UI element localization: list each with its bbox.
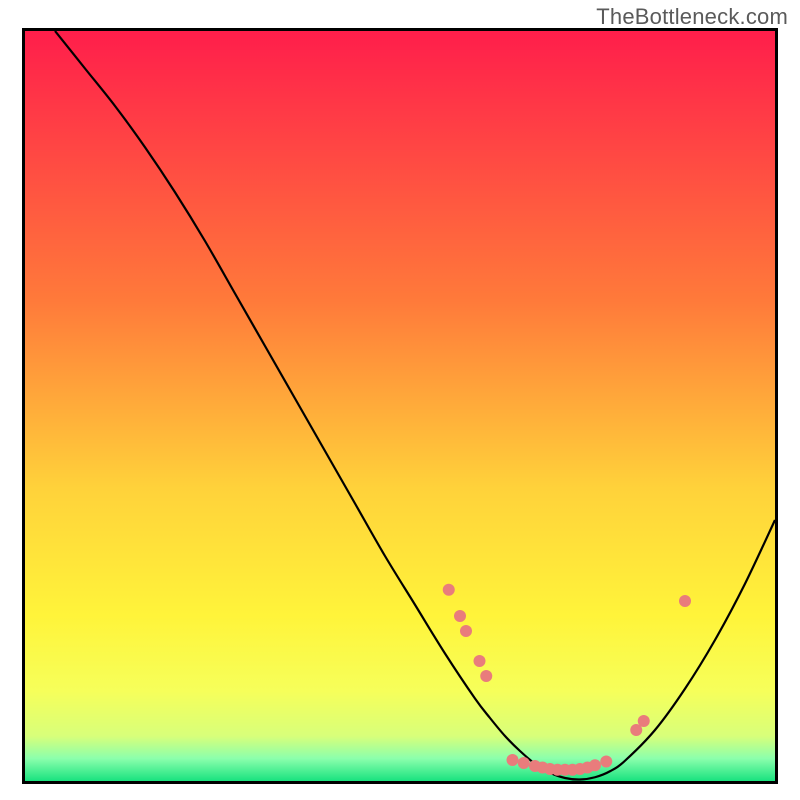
marker-dot (480, 670, 492, 682)
gradient-background (25, 31, 775, 781)
marker-dot (507, 754, 519, 766)
marker-dot (518, 757, 530, 769)
marker-dot (474, 655, 486, 667)
chart-container: TheBottleneck.com (0, 0, 800, 800)
plot-area (25, 31, 775, 781)
marker-dot (600, 756, 612, 768)
marker-dot (638, 715, 650, 727)
marker-dot (454, 610, 466, 622)
marker-dot (460, 625, 472, 637)
watermark-text: TheBottleneck.com (596, 4, 788, 30)
marker-dot (589, 759, 601, 771)
chart-svg (25, 31, 775, 781)
marker-dot (679, 595, 691, 607)
marker-dot (443, 584, 455, 596)
